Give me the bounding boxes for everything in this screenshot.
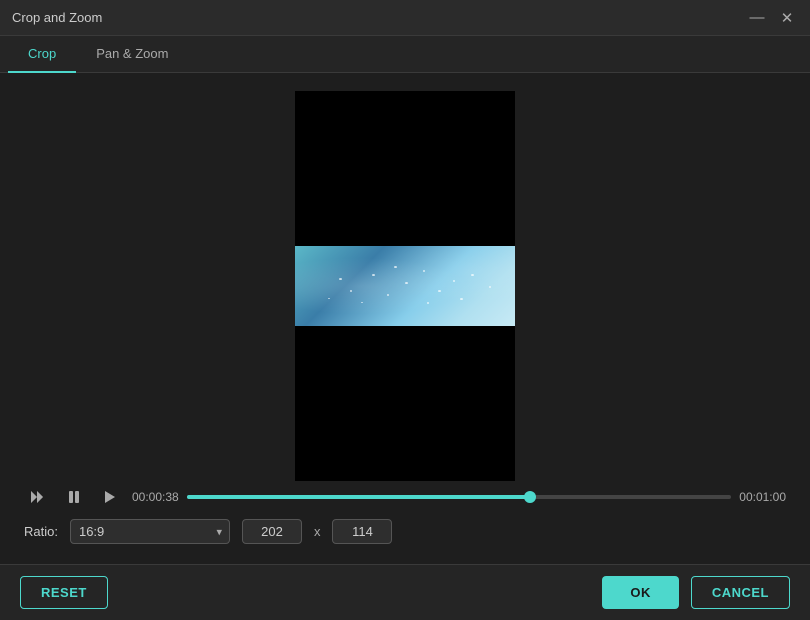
preview-container (16, 89, 794, 483)
seek-thumb (524, 491, 536, 503)
ok-button[interactable]: OK (602, 576, 679, 609)
playback-controls: 00:00:38 00:01:00 (16, 483, 794, 511)
reset-button[interactable]: RESET (20, 576, 108, 609)
title-bar: Crop and Zoom — ✕ (0, 0, 810, 36)
time-current: 00:00:38 (132, 490, 179, 504)
time-total: 00:01:00 (739, 490, 786, 504)
minimize-button[interactable]: — (746, 7, 768, 29)
play-icon (102, 489, 118, 505)
rewind-button[interactable] (24, 483, 52, 511)
ratio-select[interactable]: 16:9 4:3 1:1 9:16 Custom (70, 519, 230, 544)
pause-button[interactable] (60, 483, 88, 511)
play-button[interactable] (96, 483, 124, 511)
close-button[interactable]: ✕ (776, 7, 798, 29)
ratio-select-wrapper: 16:9 4:3 1:1 9:16 Custom (70, 519, 230, 544)
tab-pan-zoom[interactable]: Pan & Zoom (76, 36, 188, 73)
seek-bar-fill (187, 495, 530, 499)
bottom-bar: RESET OK CANCEL (0, 564, 810, 620)
window-controls: — ✕ (746, 7, 798, 29)
tabs-bar: Crop Pan & Zoom (0, 36, 810, 73)
tab-crop[interactable]: Crop (8, 36, 76, 73)
height-input[interactable] (332, 519, 392, 544)
ratio-label: Ratio: (24, 524, 58, 539)
coord-separator: x (314, 524, 321, 539)
right-buttons: OK CANCEL (602, 576, 790, 609)
cancel-button[interactable]: CANCEL (691, 576, 790, 609)
rewind-icon (30, 489, 46, 505)
video-black-top (295, 91, 515, 246)
window-title: Crop and Zoom (12, 10, 102, 25)
main-content: 00:00:38 00:01:00 Ratio: 16:9 4:3 1:1 9:… (0, 73, 810, 564)
video-preview (295, 91, 515, 481)
fish-dots (295, 246, 515, 326)
ratio-row: Ratio: 16:9 4:3 1:1 9:16 Custom x (16, 519, 794, 544)
pause-icon (66, 489, 82, 505)
seek-bar[interactable] (187, 495, 732, 499)
video-middle-frame (295, 246, 515, 326)
video-black-bottom (295, 326, 515, 481)
width-input[interactable] (242, 519, 302, 544)
